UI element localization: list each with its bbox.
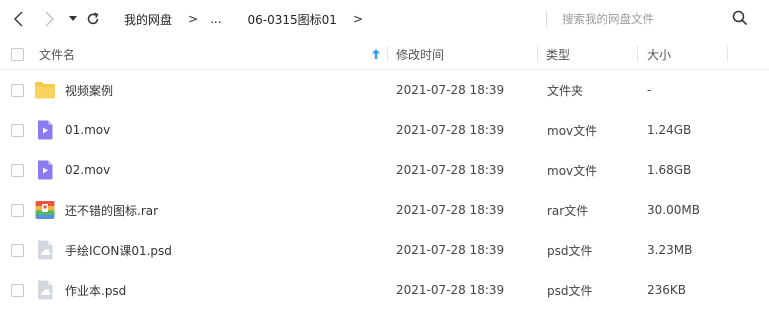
row-checkbox[interactable] — [11, 84, 24, 97]
file-modified-time: 2021-07-28 18:39 — [396, 163, 505, 177]
file-type: psd文件 — [547, 243, 593, 258]
video-file-icon — [38, 160, 53, 180]
select-all-checkbox[interactable] — [11, 48, 24, 61]
file-name[interactable]: 还不错的图标.rar — [65, 190, 158, 230]
table-row[interactable]: 视频案例 2021-07-28 18:39 文件夹 - — [0, 70, 769, 110]
search-button[interactable] — [732, 10, 750, 28]
file-type: mov文件 — [547, 163, 598, 178]
search-bar — [546, 8, 762, 30]
refresh-icon — [87, 12, 99, 25]
breadcrumb: 我的网盘 > ... 06-0315图标01 > — [124, 0, 375, 38]
breadcrumb-separator[interactable]: > — [353, 12, 363, 26]
file-name[interactable]: 作业本.psd — [65, 270, 126, 310]
file-modified-time: 2021-07-28 18:39 — [396, 283, 505, 297]
navigation-bar: 我的网盘 > ... 06-0315图标01 > — [0, 0, 769, 38]
row-checkbox[interactable] — [11, 124, 24, 137]
column-divider[interactable] — [537, 46, 538, 62]
table-row[interactable]: 手绘ICON课01.psd 2021-07-28 18:39 psd文件 3.2… — [0, 230, 769, 270]
column-divider[interactable] — [387, 46, 388, 62]
column-divider[interactable] — [637, 46, 638, 62]
column-header-type[interactable]: 类型 — [546, 38, 570, 70]
breadcrumb-root[interactable]: 我的网盘 — [124, 11, 172, 28]
forward-button[interactable] — [40, 9, 58, 29]
back-button[interactable] — [10, 9, 28, 29]
file-name[interactable]: 视频案例 — [65, 70, 113, 110]
table-row[interactable]: 作业本.psd 2021-07-28 18:39 psd文件 236KB — [0, 270, 769, 310]
image-file-icon — [38, 280, 53, 300]
file-type: rar文件 — [547, 203, 589, 218]
search-divider — [546, 11, 547, 27]
breadcrumb-ellipsis[interactable]: ... — [210, 12, 221, 26]
history-dropdown-button[interactable] — [66, 9, 80, 29]
folder-icon — [35, 82, 55, 99]
breadcrumb-current[interactable]: 06-0315图标01 — [248, 11, 337, 28]
row-checkbox[interactable] — [11, 244, 24, 257]
row-checkbox[interactable] — [11, 164, 24, 177]
file-size: 30.00MB — [647, 203, 700, 217]
file-type: psd文件 — [547, 283, 593, 298]
chevron-left-icon — [13, 11, 23, 27]
row-checkbox[interactable] — [11, 284, 24, 297]
column-divider[interactable] — [727, 46, 728, 62]
file-size: 3.23MB — [647, 243, 693, 257]
column-header-name[interactable]: 文件名 — [39, 38, 75, 70]
table-header: 文件名 修改时间 类型 大小 — [0, 38, 769, 70]
file-modified-time: 2021-07-28 18:39 — [396, 83, 505, 97]
file-modified-time: 2021-07-28 18:39 — [396, 203, 505, 217]
table-row[interactable]: 02.mov 2021-07-28 18:39 mov文件 1.68GB — [0, 150, 769, 190]
search-icon — [732, 10, 748, 26]
breadcrumb-separator: > — [188, 12, 199, 26]
file-size: 1.68GB — [647, 163, 692, 177]
refresh-button[interactable] — [84, 9, 102, 29]
file-name[interactable]: 手绘ICON课01.psd — [65, 230, 172, 270]
file-name[interactable]: 02.mov — [65, 150, 110, 190]
archive-file-icon — [35, 201, 55, 219]
caret-down-icon — [69, 16, 77, 21]
file-name[interactable]: 01.mov — [65, 110, 110, 150]
file-size: 1.24GB — [647, 123, 692, 137]
file-modified-time: 2021-07-28 18:39 — [396, 243, 505, 257]
row-checkbox[interactable] — [11, 204, 24, 217]
file-type: mov文件 — [547, 123, 598, 138]
column-header-size[interactable]: 大小 — [647, 38, 671, 70]
column-header-modified[interactable]: 修改时间 — [396, 38, 444, 70]
chevron-right-icon — [45, 11, 55, 27]
table-row[interactable]: 01.mov 2021-07-28 18:39 mov文件 1.24GB — [0, 110, 769, 150]
image-file-icon — [38, 240, 53, 260]
search-input[interactable] — [554, 8, 724, 30]
file-modified-time: 2021-07-28 18:39 — [396, 123, 505, 137]
sort-ascending-icon[interactable] — [370, 48, 382, 60]
video-file-icon — [38, 120, 53, 140]
table-row[interactable]: 还不错的图标.rar 2021-07-28 18:39 rar文件 30.00M… — [0, 190, 769, 230]
file-type: 文件夹 — [547, 83, 584, 98]
file-size: - — [647, 83, 652, 97]
file-size: 236KB — [647, 283, 687, 297]
